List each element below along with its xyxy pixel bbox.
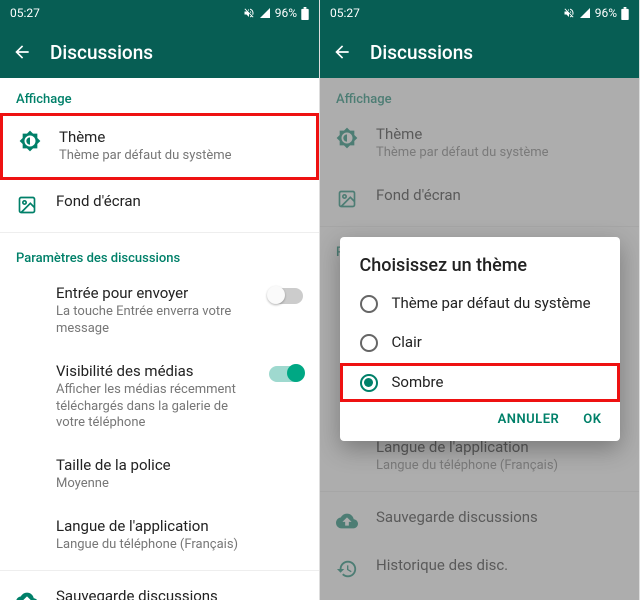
lang-title: Langue de l'application [56,517,303,535]
row-theme[interactable]: Thème Thème par défaut du système [0,113,319,180]
theme-title: Thème [59,128,300,146]
battery-pct: 96% [595,6,617,20]
page-title: Discussions [370,41,473,64]
cloud-upload-icon [16,589,38,600]
status-bar: 05:27 96% [0,0,319,26]
dialog-title: Choisissez un thème [340,255,620,284]
app-bar: Discussions [320,26,639,78]
battery-icon [621,7,629,20]
font-title: Taille de la police [56,456,303,474]
dialog-overlay[interactable]: Choisissez un thème Thème par défaut du … [320,78,639,600]
backup-title: Sauvegarde discussions [56,587,303,600]
enter-sub: La touche Entrée enverra votre message [56,304,251,338]
theme-dialog: Choisissez un thème Thème par défaut du … [340,237,620,442]
app-bar: Discussions [0,26,319,78]
status-bar: 05:27 96% [320,0,639,26]
option-label: Thème par défaut du système [392,294,591,314]
status-time: 05:27 [330,6,360,20]
battery-pct: 96% [275,6,297,20]
back-button[interactable] [12,42,32,62]
dialog-actions: ANNULER OK [340,402,620,433]
screen-settings-chats: 05:27 96% Discussions Affichage Thè [0,0,320,600]
status-icons: 96% [243,6,309,20]
row-wallpaper[interactable]: Fond d'écran [0,180,319,228]
theme-option-system[interactable]: Thème par défaut du système [340,284,620,324]
lang-sub: Langue du téléphone (Français) [56,537,303,554]
divider [0,570,319,571]
arrow-left-icon [332,42,352,62]
section-display: Affichage [0,78,319,113]
row-media-visibility[interactable]: Visibilité des médias Afficher les média… [0,350,319,445]
wallpaper-icon [16,194,38,216]
screen-theme-dialog: 05:27 96% Discussions Affichage Thème Th… [320,0,640,600]
theme-option-light[interactable]: Clair [340,323,620,363]
media-switch[interactable] [269,366,303,382]
theme-sub: Thème par défaut du système [59,148,300,165]
cancel-button[interactable]: ANNULER [498,412,560,427]
arrow-left-icon [12,42,32,62]
mute-icon [563,7,575,19]
row-enter-send[interactable]: Entrée pour envoyer La touche Entrée env… [0,272,319,350]
mute-icon [243,7,255,19]
status-icons: 96% [563,6,629,20]
wallpaper-title: Fond d'écran [56,192,303,210]
enter-title: Entrée pour envoyer [56,284,251,302]
media-title: Visibilité des médias [56,362,251,380]
option-label: Clair [392,333,422,353]
signal-icon [579,7,591,19]
font-sub: Moyenne [56,476,303,493]
ok-button[interactable]: OK [583,412,601,427]
option-label: Sombre [392,373,444,393]
row-font-size[interactable]: Taille de la police Moyenne [0,444,319,505]
back-button[interactable] [332,42,352,62]
page-title: Discussions [50,41,153,64]
theme-icon [19,130,41,152]
radio-selected-icon [360,374,378,392]
radio-unselected-icon [360,295,378,313]
status-time: 05:27 [10,6,40,20]
row-app-language[interactable]: Langue de l'application Langue du téléph… [0,505,319,566]
divider [0,232,319,233]
media-sub: Afficher les médias récemment téléchargé… [56,382,251,433]
radio-unselected-icon [360,334,378,352]
settings-content: Affichage Thème Thème par défaut du syst… [0,78,319,600]
theme-option-dark[interactable]: Sombre [340,363,620,403]
section-chat-settings: Paramètres des discussions [0,237,319,272]
signal-icon [259,7,271,19]
enter-switch[interactable] [269,288,303,304]
battery-icon [301,7,309,20]
row-backup[interactable]: Sauvegarde discussions [0,575,319,600]
